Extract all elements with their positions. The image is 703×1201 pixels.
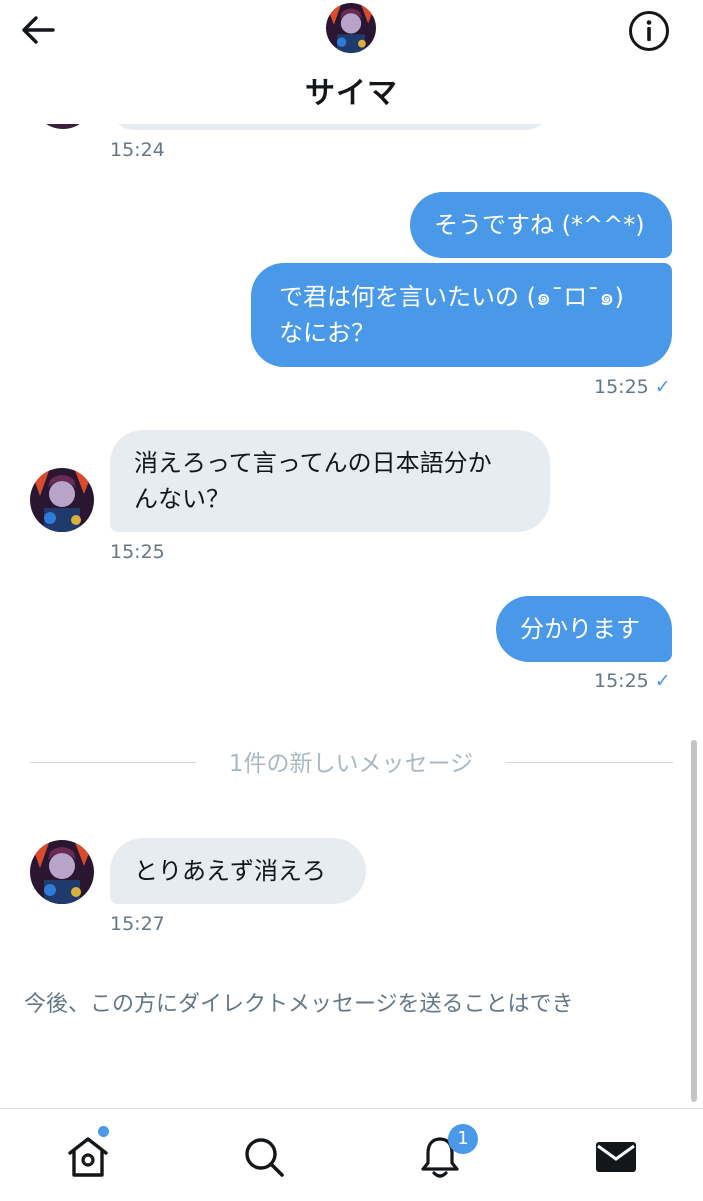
avatar-image	[326, 3, 376, 53]
message-text: そうですね (*^^*)	[434, 211, 645, 239]
conversation-title[interactable]: サイマ	[0, 68, 703, 112]
dm-disabled-notice: 今後、この方にダイレクトメッセージを送ることはでき	[24, 992, 574, 1017]
sender-avatar[interactable]	[30, 840, 94, 904]
message-bubble-outgoing[interactable]: 分かります	[496, 596, 672, 662]
new-messages-divider: 1件の新しいメッセージ	[228, 751, 474, 777]
arrow-left-icon	[22, 16, 55, 44]
scrollbar[interactable]	[691, 740, 697, 1102]
tab-home[interactable]	[64, 1133, 112, 1181]
message-timestamp: 15:27	[110, 913, 165, 935]
divider-line	[506, 762, 673, 763]
message-text: 消えろって言ってんの日本語分か んない？	[134, 449, 492, 513]
home-unread-dot	[98, 1126, 109, 1137]
message-bubble-outgoing[interactable]: で君は何を言いたいの (๑¯ロ¯๑) なにお？	[251, 263, 672, 367]
message-status: 15:25 ✓	[594, 376, 671, 398]
mail-icon	[596, 1142, 636, 1172]
message-text: とりあえず消えろ	[134, 857, 326, 885]
divider-line	[30, 762, 196, 763]
avatar-image	[30, 840, 94, 904]
header-avatar[interactable]	[326, 3, 376, 53]
search-icon	[245, 1138, 284, 1177]
sender-avatar[interactable]	[30, 468, 94, 532]
message-bubble-incoming[interactable]: とりあえず消えろ	[110, 838, 366, 904]
conversation-header: サイマ	[0, 0, 703, 124]
conversation-view[interactable]: 15:24 そうですね (*^^*) で君は何を言いたいの (๑¯ロ¯๑) なに…	[0, 0, 703, 1108]
message-status: 15:25 ✓	[594, 670, 671, 692]
read-check-icon: ✓	[654, 670, 671, 692]
bottom-tab-bar	[0, 1108, 703, 1201]
info-button[interactable]	[628, 10, 670, 52]
message-timestamp: 15:25	[110, 541, 165, 563]
read-check-icon: ✓	[654, 376, 671, 398]
message-bubble-outgoing[interactable]: そうですね (*^^*)	[410, 192, 672, 258]
avatar-image	[30, 468, 94, 532]
message-bubble-incoming[interactable]: 消えろって言ってんの日本語分か んない？	[110, 430, 550, 532]
message-timestamp: 15:24	[110, 139, 165, 161]
tab-messages[interactable]	[592, 1133, 640, 1181]
message-timestamp: 15:25	[594, 670, 649, 692]
message-timestamp: 15:25	[594, 376, 649, 398]
notifications-badge: 1	[448, 1124, 478, 1154]
message-text: 分かります	[520, 615, 640, 643]
back-button[interactable]	[18, 12, 58, 48]
message-text: で君は何を言いたいの (๑¯ロ¯๑) なにお？	[279, 283, 624, 347]
home-icon	[68, 1137, 108, 1177]
tab-search[interactable]	[240, 1133, 288, 1181]
info-icon	[629, 11, 669, 51]
